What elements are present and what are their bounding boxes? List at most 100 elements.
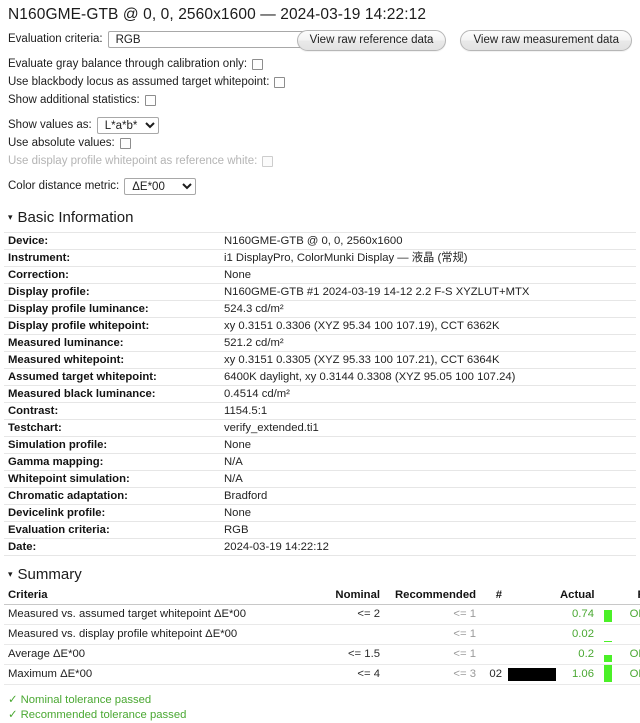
gray-balance-checkbox[interactable]: [252, 59, 263, 70]
info-value: xy 0.3151 0.3305 (XYZ 95.33 100 107.21),…: [220, 352, 636, 369]
gray-balance-row: Evaluate gray balance through calibratio…: [8, 55, 640, 73]
info-key: Display profile whitepoint:: [4, 318, 220, 335]
profile-whitepoint-row: Use display profile whitepoint as refere…: [8, 152, 640, 170]
delta-bar-cell: [598, 645, 618, 665]
criteria-cell: Measured vs. display profile whitepoint …: [4, 625, 304, 645]
show-values-row: Show values as: L*a*b*: [8, 116, 640, 134]
additional-stats-row: Show additional statistics:: [8, 91, 640, 109]
delta-bar-fill: [604, 665, 612, 682]
column-criteria: Criteria: [4, 587, 304, 605]
summary-table: Criteria Nominal Recommended # Actual Re…: [4, 587, 640, 685]
info-value: 521.2 cd/m²: [220, 335, 636, 352]
additional-stats-label: Show additional statistics:: [8, 94, 140, 106]
actual-cell: 0.02: [556, 625, 598, 645]
show-values-select[interactable]: L*a*b*: [97, 117, 159, 134]
info-key: Instrument:: [4, 250, 220, 267]
basic-information-body: Device:N160GME-GTB @ 0, 0, 2560x1600Inst…: [4, 233, 636, 556]
absolute-values-checkbox[interactable]: [120, 138, 131, 149]
color-swatch-cell: [506, 625, 556, 645]
criteria-cell: Maximum ΔE*00: [4, 665, 304, 685]
color-swatch-cell: [506, 605, 556, 625]
info-value: N160GME-GTB #1 2024-03-19 14-12 2.2 F-S …: [220, 284, 636, 301]
info-value: xy 0.3151 0.3306 (XYZ 95.34 100 107.19),…: [220, 318, 636, 335]
color-swatch-cell: [506, 645, 556, 665]
info-key: Evaluation criteria:: [4, 522, 220, 539]
report-page: N160GME-GTB @ 0, 0, 2560x1600 — 2024-03-…: [0, 0, 640, 604]
info-key: Measured black luminance:: [4, 386, 220, 403]
basic-information-header[interactable]: ▾ Basic Information: [0, 209, 640, 226]
delta-bar-fill: [604, 655, 612, 662]
info-key: Simulation profile:: [4, 437, 220, 454]
table-row: Evaluation criteria:RGB: [4, 522, 636, 539]
criteria-cell: Average ΔE*00: [4, 645, 304, 665]
actual-cell: 1.06: [556, 665, 598, 685]
table-row: Chromatic adaptation:Bradford: [4, 488, 636, 505]
basic-information-title: Basic Information: [18, 209, 134, 226]
table-row: Gamma mapping:N/A: [4, 454, 636, 471]
info-value: 0.4514 cd/m²: [220, 386, 636, 403]
summary-title: Summary: [18, 566, 82, 583]
profile-whitepoint-checkbox: [262, 156, 273, 167]
view-raw-reference-button[interactable]: View raw reference data: [297, 30, 447, 51]
result-cell: OK ✓✓: [618, 605, 640, 625]
column-result: Result: [618, 587, 640, 605]
info-value: 1154.5:1: [220, 403, 636, 420]
table-row: Maximum ΔE*00<= 4<= 3021.06OK ✓✓: [4, 665, 640, 685]
evaluation-criteria-select[interactable]: RGB: [108, 31, 312, 48]
delta-bar-fill: [604, 641, 612, 642]
hash-cell: [480, 645, 506, 665]
footnotes: ✓ Nominal tolerance passed✓ Recommended …: [0, 685, 640, 723]
info-value: 6400K daylight, xy 0.3144 0.3308 (XYZ 95…: [220, 369, 636, 386]
result-cell: OK ✓✓: [618, 665, 640, 685]
hash-cell: [480, 625, 506, 645]
info-key: Measured luminance:: [4, 335, 220, 352]
footnote-line: ✓ Nominal tolerance passed: [8, 693, 640, 708]
delta-bar-cell: [598, 625, 618, 645]
delta-bar-track: [604, 666, 612, 684]
column-nominal: Nominal: [304, 587, 384, 605]
additional-stats-checkbox[interactable]: [145, 95, 156, 106]
result-cell: [618, 625, 640, 645]
chevron-down-icon[interactable]: ▾: [8, 570, 13, 579]
table-row: Whitepoint simulation:N/A: [4, 471, 636, 488]
delta-bar-cell: [598, 665, 618, 685]
info-key: Display profile luminance:: [4, 301, 220, 318]
blackbody-label: Use blackbody locus as assumed target wh…: [8, 76, 269, 88]
blackbody-checkbox[interactable]: [274, 77, 285, 88]
table-row: Correction:None: [4, 267, 636, 284]
chevron-down-icon[interactable]: ▾: [8, 213, 13, 222]
table-row: Devicelink profile:None: [4, 505, 636, 522]
delta-bar-track: [604, 626, 612, 644]
info-value: N/A: [220, 454, 636, 471]
info-key: Assumed target whitepoint:: [4, 369, 220, 386]
absolute-values-label: Use absolute values:: [8, 137, 115, 149]
info-key: Device:: [4, 233, 220, 250]
summary-header[interactable]: ▾ Summary: [0, 566, 640, 583]
view-raw-measurement-button[interactable]: View raw measurement data: [460, 30, 632, 51]
info-key: Measured whitepoint:: [4, 352, 220, 369]
info-value: RGB: [220, 522, 636, 539]
delta-bar-cell: [598, 605, 618, 625]
table-row: Display profile:N160GME-GTB #1 2024-03-1…: [4, 284, 636, 301]
table-row: Display profile luminance:524.3 cd/m²: [4, 301, 636, 318]
result-cell: OK ✓✓: [618, 645, 640, 665]
delta-bar-fill: [604, 610, 612, 622]
info-key: Testchart:: [4, 420, 220, 437]
info-key: Correction:: [4, 267, 220, 284]
nominal-cell: [304, 625, 384, 645]
info-value: Bradford: [220, 488, 636, 505]
info-value: None: [220, 505, 636, 522]
table-row: Measured vs. display profile whitepoint …: [4, 625, 640, 645]
color-metric-select[interactable]: ΔE*00: [124, 178, 196, 195]
recommended-cell: <= 1: [384, 605, 480, 625]
color-swatch-cell: [506, 665, 556, 685]
info-key: Whitepoint simulation:: [4, 471, 220, 488]
table-row: Measured black luminance:0.4514 cd/m²: [4, 386, 636, 403]
table-row: Measured vs. assumed target whitepoint Δ…: [4, 605, 640, 625]
info-value: 524.3 cd/m²: [220, 301, 636, 318]
info-value: None: [220, 437, 636, 454]
color-swatch: [508, 668, 556, 681]
info-key: Gamma mapping:: [4, 454, 220, 471]
column-recommended: Recommended: [384, 587, 480, 605]
info-key: Devicelink profile:: [4, 505, 220, 522]
